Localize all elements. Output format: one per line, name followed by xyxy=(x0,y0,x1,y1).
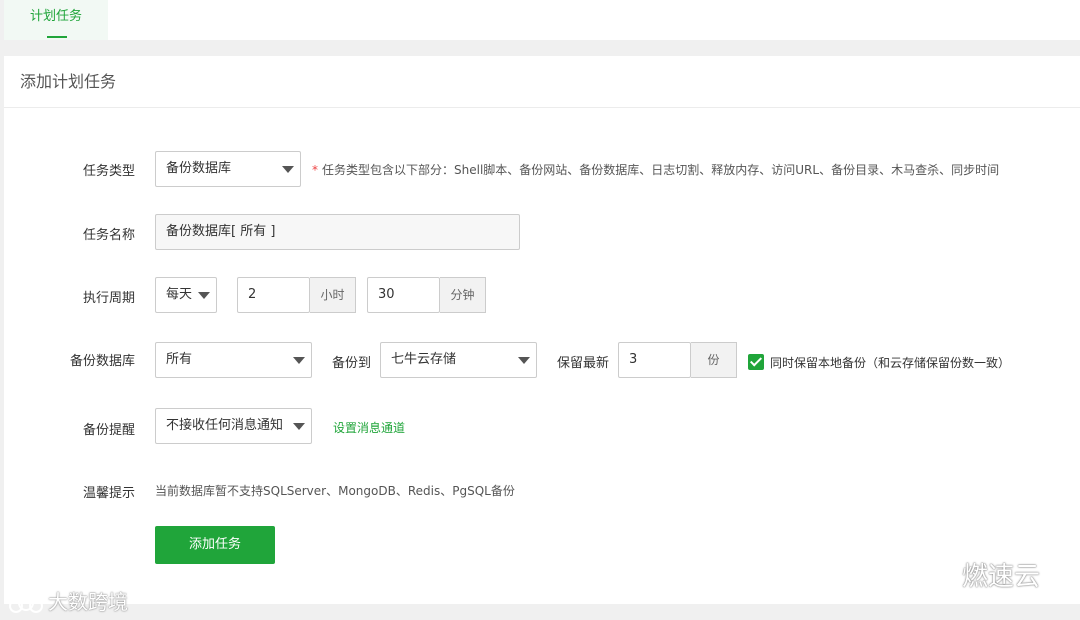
notify-label: 备份提醒 xyxy=(82,423,135,438)
task-name-input[interactable]: 备份数据库[ 所有 ] xyxy=(155,214,520,250)
panel-title: 添加计划任务 xyxy=(4,56,1080,108)
keep-local-label: 同时保留本地备份（和云存储保留份数一致） xyxy=(770,356,1011,370)
period-label: 执行周期 xyxy=(82,291,135,306)
task-type-select[interactable]: 备份数据库 xyxy=(155,151,301,187)
task-name-label: 任务名称 xyxy=(82,228,135,243)
task-type-hint-text: 任务类型包含以下部分：Shell脚本、备份网站、备份数据库、日志切割、释放内存、… xyxy=(322,163,1000,177)
required-mark: * xyxy=(312,163,318,177)
add-task-button[interactable]: 添加任务 xyxy=(155,526,275,564)
chevron-down-icon xyxy=(293,357,305,364)
tip-text: 当前数据库暂不支持SQLServer、MongoDB、Redis、PgSQL备份 xyxy=(155,484,515,498)
task-name-value: 备份数据库[ 所有 ] xyxy=(166,224,276,239)
period-frequency-select[interactable]: 每天 xyxy=(155,277,217,313)
hour-input[interactable]: 2 xyxy=(237,277,310,313)
watermark-left-text: 大数跨境 xyxy=(48,590,128,614)
keep-count-input[interactable]: 3 xyxy=(618,342,691,378)
task-type-hint: * 任务类型包含以下部分：Shell脚本、备份网站、备份数据库、日志切割、释放内存… xyxy=(312,161,999,178)
period-frequency-value: 每天 xyxy=(166,287,193,302)
top-tab-bar: 计划任务 xyxy=(4,0,1080,40)
backup-target-value: 七牛云存储 xyxy=(391,352,457,367)
wechat-icon xyxy=(919,564,957,590)
task-type-value: 备份数据库 xyxy=(166,161,232,176)
hour-unit: 小时 xyxy=(310,277,356,313)
minute-unit: 分钟 xyxy=(440,277,486,313)
set-message-channel-link[interactable]: 设置消息通道 xyxy=(333,419,405,436)
keep-local-checkbox[interactable] xyxy=(748,354,764,370)
minute-input[interactable]: 30 xyxy=(367,277,440,313)
keep-count-value: 3 xyxy=(629,352,638,367)
watermark-right: 燃速云 xyxy=(918,556,1040,593)
watermark-left: 大数跨境 xyxy=(8,586,128,615)
chevron-down-icon xyxy=(282,166,294,173)
notify-value: 不接收任何消息通知 xyxy=(166,418,284,433)
minute-value: 30 xyxy=(378,287,395,302)
notify-select[interactable]: 不接收任何消息通知 xyxy=(155,408,312,444)
backup-db-value: 所有 xyxy=(166,352,193,367)
add-task-panel: 添加计划任务 xyxy=(4,56,1080,604)
backup-target-label: 备份到 xyxy=(332,356,372,371)
keep-latest-label: 保留最新 xyxy=(557,356,610,371)
chevron-down-icon xyxy=(518,357,530,364)
tip-label: 温馨提示 xyxy=(82,486,135,501)
chevron-down-icon xyxy=(293,423,305,430)
tab-active-indicator xyxy=(47,36,67,38)
backup-db-select[interactable]: 所有 xyxy=(155,342,312,378)
cloud-logo-icon xyxy=(9,594,43,613)
chevron-down-icon xyxy=(198,292,210,299)
keep-count-unit: 份 xyxy=(691,342,737,378)
watermark-right-text: 燃速云 xyxy=(962,562,1041,592)
tab-label: 计划任务 xyxy=(29,9,82,24)
backup-target-select[interactable]: 七牛云存储 xyxy=(380,342,537,378)
hour-value: 2 xyxy=(248,287,257,302)
task-type-label: 任务类型 xyxy=(82,164,135,179)
tab-scheduled-tasks[interactable]: 计划任务 xyxy=(4,0,108,40)
backup-db-label: 备份数据库 xyxy=(69,354,135,369)
